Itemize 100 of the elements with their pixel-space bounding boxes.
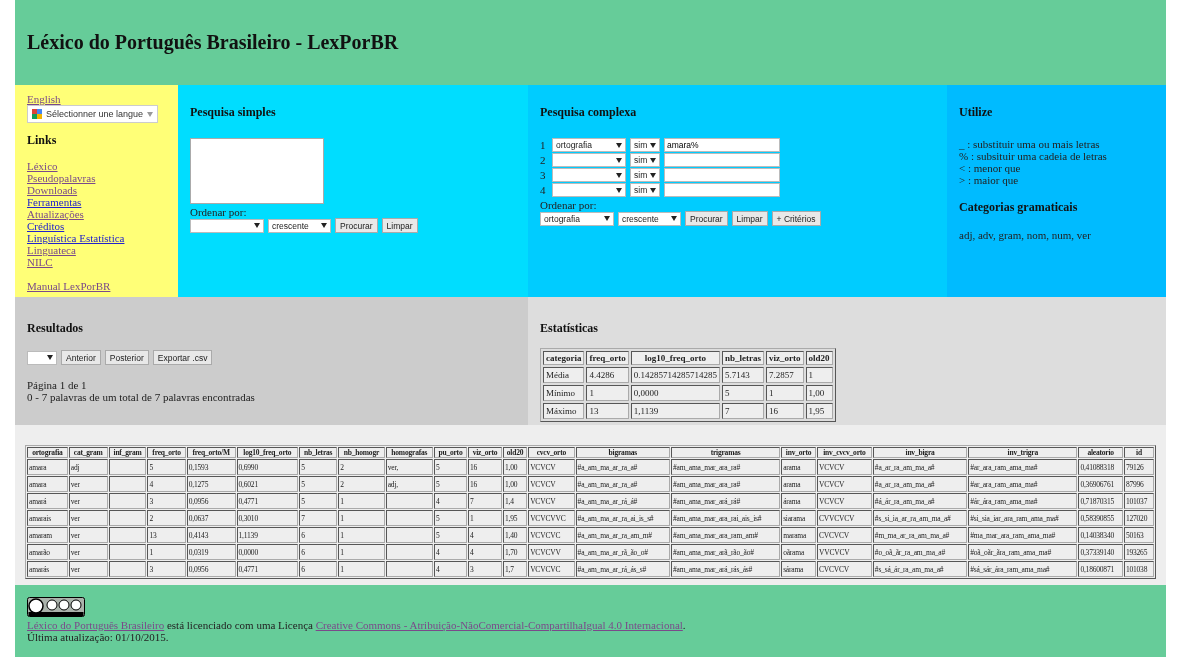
sidebar-link[interactable]: Linguateca xyxy=(27,244,166,256)
table-cell: 7 xyxy=(722,403,765,419)
dropdown[interactable]: sim xyxy=(630,138,660,152)
criterion-number: 3 xyxy=(540,169,547,181)
table-cell xyxy=(385,527,433,543)
table-cell xyxy=(385,510,433,526)
dropdown[interactable]: ortografia xyxy=(540,211,614,226)
table-cell xyxy=(108,527,147,543)
table-cell: 1 xyxy=(586,385,629,401)
help-text: _ : substituir uma ou mais letras xyxy=(959,138,1101,150)
license-link[interactable]: Creative Commons - Atribuição-NãoComercial-CompartilhaIgual 4.0 Internacional xyxy=(315,619,683,631)
page-title: Léxico do Português Brasileiro - LexPorBR xyxy=(27,31,399,54)
caret-icon xyxy=(616,142,622,148)
caret-icon xyxy=(650,187,656,193)
results-button[interactable]: Posterior xyxy=(104,350,149,365)
criterion-number: 4 xyxy=(540,184,547,196)
sidebar-link[interactable]: Pseudopalavras xyxy=(27,172,166,184)
search-button[interactable]: + Critérios xyxy=(771,211,821,226)
table-cell xyxy=(108,476,147,492)
table-cell: 1,00 xyxy=(805,385,833,401)
column-header: freq_orto xyxy=(586,351,629,365)
table-cell xyxy=(108,459,147,475)
sidebar-link[interactable]: Léxico xyxy=(27,160,166,172)
sidebar-link[interactable]: Downloads xyxy=(27,184,166,196)
section-heading: Pesquisa complexa xyxy=(540,105,638,120)
table-cell: 0.14285714285714285 xyxy=(630,367,721,383)
table-cell xyxy=(385,544,433,560)
dropdown[interactable]: sim xyxy=(630,153,660,167)
caret-icon xyxy=(321,223,327,228)
table-cell: 0,0000 xyxy=(630,385,721,401)
sort-label: Ordenar por: xyxy=(540,199,598,211)
search-button[interactable]: Limpar xyxy=(731,211,768,226)
help-text: < : menor que xyxy=(959,162,1022,174)
license-badge-icon xyxy=(27,597,85,617)
search-button[interactable]: Procurar xyxy=(335,218,378,233)
dropdown[interactable]: crescente xyxy=(268,218,331,233)
caret-icon xyxy=(671,216,677,221)
results-button[interactable]: Exportar .csv xyxy=(152,350,213,365)
column-header: categoria xyxy=(543,351,585,365)
sort-label: Ordenar por: xyxy=(190,206,248,218)
language-link[interactable]: English xyxy=(27,93,166,105)
caret-icon xyxy=(47,355,53,360)
results-count: 0 - 7 palavras de um total de 7 palavras encontradas xyxy=(27,391,256,403)
dropdown[interactable]: crescente xyxy=(618,211,681,226)
column-header: log10_freq_orto xyxy=(630,351,721,365)
section-heading: Pesquisa simples xyxy=(190,105,277,120)
license-text: Léxico do Português Brasileiro está licenciado com uma Licença Creative Commons - Atribuição-NãoComercial-CompartilhaIgual 4.0 Internacional. xyxy=(27,619,687,631)
table-cell: Média xyxy=(543,367,585,383)
table-cell: 1,95 xyxy=(805,403,833,419)
criterion-input[interactable] xyxy=(664,153,780,167)
caret-icon xyxy=(616,172,622,178)
sidebar-link[interactable]: Atualizações xyxy=(27,208,166,220)
criterion-input[interactable] xyxy=(664,183,780,197)
table-cell xyxy=(108,544,147,560)
criterion-input[interactable]: amara% xyxy=(664,138,780,152)
search-button[interactable]: Limpar xyxy=(381,218,418,233)
section-heading: Estatísticas xyxy=(540,321,599,336)
translate-icon xyxy=(32,109,42,119)
table-cell xyxy=(108,493,147,509)
help-text: > : maior que xyxy=(959,174,1020,186)
site-link[interactable]: Léxico do Português Brasileiro xyxy=(27,619,165,631)
table-cell: 13 xyxy=(586,403,629,419)
table-cell: 1 xyxy=(805,367,833,383)
table-cell: 1,1139 xyxy=(630,403,721,419)
dropdown[interactable]: sim xyxy=(630,183,660,197)
caret-icon xyxy=(650,157,656,163)
sidebar-link[interactable]: NILC xyxy=(27,256,166,268)
criterion-number: 1 xyxy=(540,139,547,151)
sidebar-link[interactable]: Linguística Estatística xyxy=(27,232,166,244)
table-cell: 5 xyxy=(722,385,765,401)
dropdown[interactable]: sim xyxy=(630,168,660,182)
table-cell: Mínimo xyxy=(543,385,585,401)
table-cell: 4.4286 xyxy=(586,367,629,383)
sidebar-link[interactable]: Créditos xyxy=(27,220,166,232)
dropdown[interactable] xyxy=(27,350,57,365)
caret-icon xyxy=(616,187,622,193)
table-cell xyxy=(385,493,433,509)
column-header: old20 xyxy=(805,351,833,365)
caret-icon xyxy=(147,111,154,117)
results-button[interactable]: Anterior xyxy=(61,350,101,365)
section-heading: Utilize xyxy=(959,105,994,120)
table-cell: 5.7143 xyxy=(722,367,765,383)
caret-icon xyxy=(650,142,656,148)
last-update-text: Última atualização: 01/10/2015. xyxy=(27,631,170,643)
criterion-input[interactable] xyxy=(664,168,780,182)
column-header: viz_orto xyxy=(766,351,804,365)
dropdown[interactable]: ortografia xyxy=(552,138,626,152)
search-button[interactable]: Procurar xyxy=(685,211,728,226)
column-header: nb_letras xyxy=(722,351,765,365)
manual-link[interactable]: Manual LexPorBR xyxy=(27,280,166,292)
table-cell: 16 xyxy=(766,403,804,419)
help-text: % : subsituir uma cadeia de letras xyxy=(959,150,1108,162)
caret-icon xyxy=(650,172,656,178)
caret-icon xyxy=(604,216,610,221)
section-heading: Links xyxy=(27,133,58,148)
sidebar-link[interactable]: Ferramentas xyxy=(27,196,166,208)
table-cell: 7.2857 xyxy=(766,367,804,383)
search-textarea[interactable] xyxy=(190,138,324,204)
page-info: Página 1 de 1 xyxy=(27,379,88,391)
translate-dropdown[interactable]: Sélectionner une langue xyxy=(27,105,159,123)
